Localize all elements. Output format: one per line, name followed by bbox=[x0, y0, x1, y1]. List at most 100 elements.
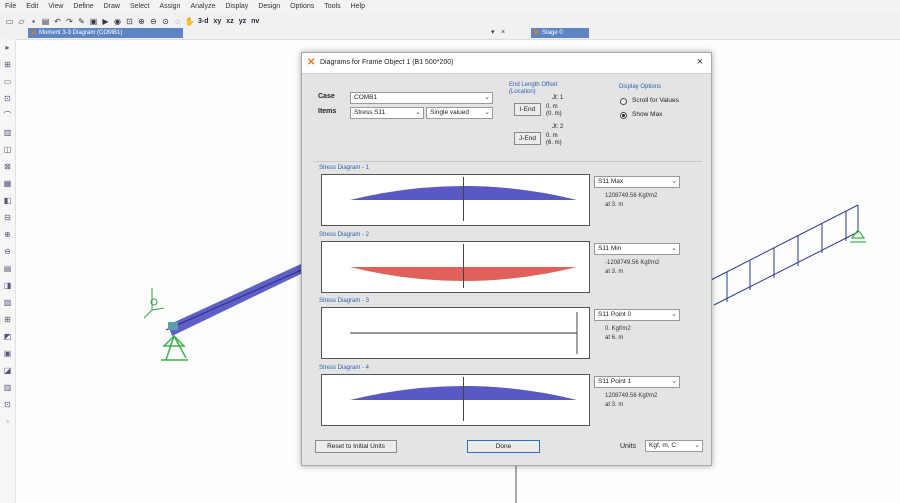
scroll-values-radio[interactable] bbox=[620, 98, 627, 105]
draw-tool-icon[interactable]: ◫ bbox=[2, 144, 13, 155]
tab-moment-diagram[interactable]: ✕ Moment 3-3 Diagram (COMB1) bbox=[28, 28, 183, 38]
draw-tool-icon[interactable]: ◪ bbox=[2, 365, 13, 376]
units-select[interactable]: Kgf, m, C ⌄ bbox=[645, 440, 703, 452]
draw-tool-icon[interactable]: ▸ bbox=[2, 42, 13, 53]
view-xy-button[interactable]: xy bbox=[212, 16, 224, 27]
i-end-joint: Jt: 1 bbox=[552, 95, 564, 101]
draw-tool-icon[interactable]: ◧ bbox=[2, 195, 13, 206]
end-offset-title: End Length Offset (Location) bbox=[509, 82, 558, 95]
stress-location: at 6. m bbox=[605, 335, 624, 341]
stress-point-select[interactable]: S11 Point 0 ⌄ bbox=[594, 309, 680, 321]
menu-help[interactable]: Help bbox=[346, 3, 370, 10]
case-label: Case bbox=[318, 93, 335, 100]
draw-tool-icon[interactable]: ⊟ bbox=[2, 212, 13, 223]
menu-display[interactable]: Display bbox=[220, 3, 253, 10]
draw-tool-icon[interactable]: ⊞ bbox=[2, 59, 13, 70]
draw-tool-icon[interactable]: ⊠ bbox=[2, 161, 13, 172]
stress-point-value: S11 Point 1 bbox=[598, 378, 632, 385]
draw-tool-icon[interactable]: ▧ bbox=[2, 297, 13, 308]
done-button[interactable]: Done bbox=[467, 440, 540, 453]
run-analysis-icon[interactable]: ◉ bbox=[112, 16, 123, 27]
draw-tool-icon[interactable]: ◨ bbox=[2, 280, 13, 291]
draw-tool-icon[interactable]: ⊕ bbox=[2, 229, 13, 240]
scroll-values-label: Scroll for Values bbox=[632, 97, 679, 104]
save-icon[interactable]: ▪ bbox=[28, 16, 39, 27]
j-end-offset: 0. m bbox=[546, 133, 558, 139]
stress-diagram-plot bbox=[321, 374, 590, 426]
draw-tool-icon[interactable]: ▦ bbox=[2, 178, 13, 189]
chevron-down-icon: ⌄ bbox=[484, 94, 490, 101]
menu-select[interactable]: Select bbox=[125, 3, 154, 10]
view-yz-button[interactable]: yz bbox=[237, 16, 248, 27]
tab-stage-0[interactable]: ✕ Stage 0 bbox=[531, 28, 589, 38]
zoom-full-icon[interactable]: ⊙ bbox=[160, 16, 171, 27]
view-nv-button[interactable]: nv bbox=[249, 16, 261, 27]
menu-draw[interactable]: Draw bbox=[99, 3, 125, 10]
close-icon[interactable]: × bbox=[697, 56, 703, 68]
menu-design[interactable]: Design bbox=[253, 3, 285, 10]
open-folder-icon[interactable]: ▱ bbox=[16, 16, 27, 27]
stress-point-select[interactable]: S11 Point 1 ⌄ bbox=[594, 376, 680, 388]
undo-icon[interactable]: ↶ bbox=[52, 16, 63, 27]
draw-tool-icon[interactable]: ◩ bbox=[2, 331, 13, 342]
zoom-out-icon[interactable]: ⊖ bbox=[148, 16, 159, 27]
menu-define[interactable]: Define bbox=[68, 3, 98, 10]
draw-tool-icon[interactable]: ▣ bbox=[2, 348, 13, 359]
items-mode-value: Single valued bbox=[430, 109, 470, 116]
draw-tool-icon[interactable]: ⊞ bbox=[2, 314, 13, 325]
view-xz-button[interactable]: xz bbox=[224, 16, 235, 27]
lock-icon[interactable]: ▣ bbox=[88, 16, 99, 27]
draw-tool-icon[interactable]: ▥ bbox=[2, 382, 13, 393]
zoom-in-icon[interactable]: ⊕ bbox=[136, 16, 147, 27]
show-max-radio[interactable] bbox=[620, 112, 627, 119]
print-icon[interactable]: ▤ bbox=[40, 16, 51, 27]
i-end-button[interactable]: I-End bbox=[514, 103, 541, 116]
stress-point-value: S11 Min bbox=[598, 245, 622, 252]
menu-edit[interactable]: Edit bbox=[21, 3, 43, 10]
menu-file[interactable]: File bbox=[0, 3, 21, 10]
draw-tool-icon[interactable]: ⊖ bbox=[2, 246, 13, 257]
draw-tool-icon[interactable]: ⌒ bbox=[2, 110, 13, 121]
stress-location: at 3. m bbox=[605, 202, 624, 208]
menu-view[interactable]: View bbox=[43, 3, 68, 10]
zoom-previous-icon[interactable]: ◌ bbox=[172, 16, 183, 27]
display-options-title: Display Options bbox=[619, 84, 662, 90]
pencil-icon[interactable]: ✎ bbox=[76, 16, 87, 27]
stress-value: 1208749.56 Kgf/m2 bbox=[605, 193, 658, 199]
menu-analyze[interactable]: Analyze bbox=[185, 3, 220, 10]
items-mode-select[interactable]: Single valued ⌄ bbox=[426, 107, 493, 119]
draw-tool-icon[interactable]: ▥ bbox=[2, 127, 13, 138]
reset-units-button[interactable]: Reset to Initial Units bbox=[315, 440, 397, 453]
draw-tool-icon[interactable]: ▤ bbox=[2, 263, 13, 274]
stress-diagram-title: Stress Diagram - 3 bbox=[319, 298, 370, 304]
stress-diagram-title: Stress Diagram - 4 bbox=[319, 365, 370, 371]
stress-point-select[interactable]: S11 Min ⌄ bbox=[594, 243, 680, 255]
draw-tool-icon[interactable]: ▭ bbox=[2, 76, 13, 87]
draw-tool-icon[interactable]: ⊡ bbox=[2, 399, 13, 410]
stress-point-value: S11 Point 0 bbox=[598, 311, 632, 318]
redo-icon[interactable]: ↷ bbox=[64, 16, 75, 27]
tab-close-icon[interactable]: × bbox=[501, 27, 505, 39]
view-3-d-button[interactable]: 3-d bbox=[196, 16, 211, 27]
j-end-button[interactable]: J-End bbox=[514, 132, 541, 145]
draw-tool-icon[interactable]: ◦ bbox=[2, 416, 13, 427]
stress-value: -1208749.56 Kgf/m2 bbox=[605, 260, 660, 266]
tab-dropdown-icon[interactable]: ▾ bbox=[491, 27, 495, 39]
menu-tools[interactable]: Tools bbox=[319, 3, 345, 10]
zoom-window-icon[interactable]: ⊡ bbox=[124, 16, 135, 27]
tab-label: Stage 0 bbox=[542, 30, 563, 36]
items-select[interactable]: Stress S11 ⌄ bbox=[350, 107, 424, 119]
pan-icon[interactable]: ✋ bbox=[184, 16, 195, 27]
app-logo-icon: ✕ bbox=[307, 57, 316, 68]
draw-tool-icon[interactable]: ⊡ bbox=[2, 93, 13, 104]
case-select[interactable]: COMB1 ⌄ bbox=[350, 92, 493, 104]
stress-point-select[interactable]: S11 Max ⌄ bbox=[594, 176, 680, 188]
new-file-icon[interactable]: ▭ bbox=[4, 16, 15, 27]
stress-value: 0. Kgf/m2 bbox=[605, 326, 631, 332]
dialog-title: Diagrams for Frame Object 1 (B1 500*200) bbox=[320, 59, 454, 66]
menu-options[interactable]: Options bbox=[285, 3, 319, 10]
left-toolbar: ▸ ⊞ ▭ ⊡ ⌒ ▥ ◫ ⊠ ▦ ◧ ⊟ ⊕ ⊖ ▤ ◨ ▧ ⊞ ◩ ▣ ◪ ▥ ⊡ ◦ bbox=[0, 39, 16, 503]
run-icon[interactable]: ▶ bbox=[100, 16, 111, 27]
menu-assign[interactable]: Assign bbox=[154, 3, 185, 10]
items-value: Stress S11 bbox=[354, 109, 386, 116]
